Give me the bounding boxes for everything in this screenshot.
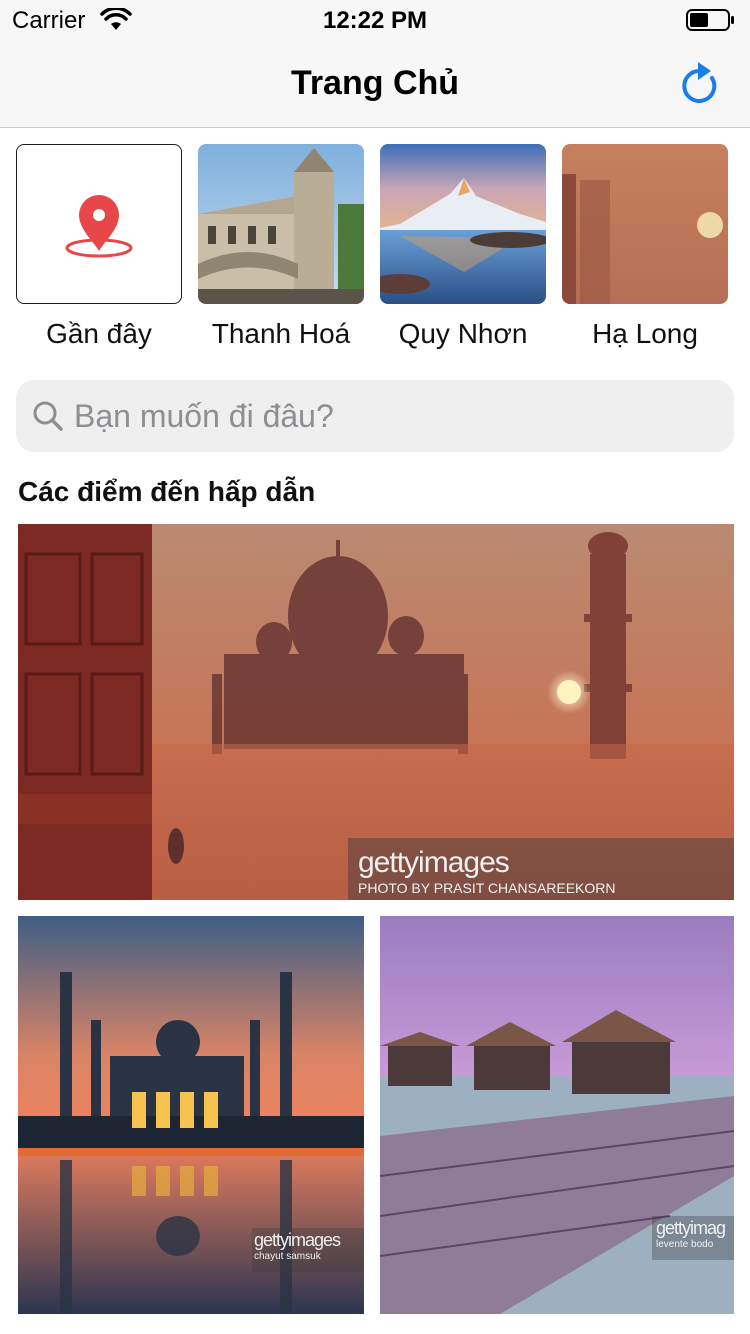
section-title: Các điểm đến hấp dẫn (18, 476, 316, 507)
search-bar[interactable] (16, 380, 734, 452)
status-time: 12:22 PM (322, 7, 428, 34)
nearby-thumb (16, 144, 182, 304)
city-item-ha-long[interactable]: Hạ Long (562, 144, 728, 350)
city-label: Quy Nhơn (398, 318, 528, 349)
watermark: gettyimages PHOTO BY PRASIT CHANSAREEKOR… (348, 838, 734, 900)
watermark: gettyimages chayut samsuk (252, 1228, 364, 1272)
quy-nhon-photo (380, 144, 546, 304)
destination-card[interactable]: gettyimag levente bodo (380, 916, 734, 1314)
refresh-icon[interactable] (678, 60, 722, 108)
ha-long-photo (562, 144, 728, 304)
city-label: Hạ Long (592, 318, 698, 349)
city-label: Thanh Hoá (211, 318, 351, 349)
battery-icon (686, 9, 734, 31)
city-item-thanh-hoa[interactable]: Thanh Hoá (198, 144, 364, 350)
city-item-nearby[interactable]: Gần đây (16, 144, 182, 350)
navigation-bar: Trang Chủ (0, 40, 750, 128)
city-label: Gần đây (46, 318, 152, 349)
search-input[interactable] (74, 380, 714, 452)
destination-card[interactable]: gettyimages chayut samsuk (18, 916, 364, 1314)
city-item-quy-nhon[interactable]: Quy Nhơn (380, 144, 546, 350)
search-icon (33, 401, 63, 431)
page-title: Trang Chủ (290, 64, 460, 102)
destination-card[interactable]: gettyimages PHOTO BY PRASIT CHANSAREEKOR… (18, 524, 734, 900)
city-shortcuts: Gần đây Thanh Hoá Quy Nhơn Hạ Long (16, 144, 736, 354)
thanh-hoa-photo (198, 144, 364, 304)
status-bar: Carrier 12:22 PM (0, 0, 750, 40)
location-pin-icon (65, 195, 133, 258)
watermark: gettyimag levente bodo (652, 1216, 734, 1260)
